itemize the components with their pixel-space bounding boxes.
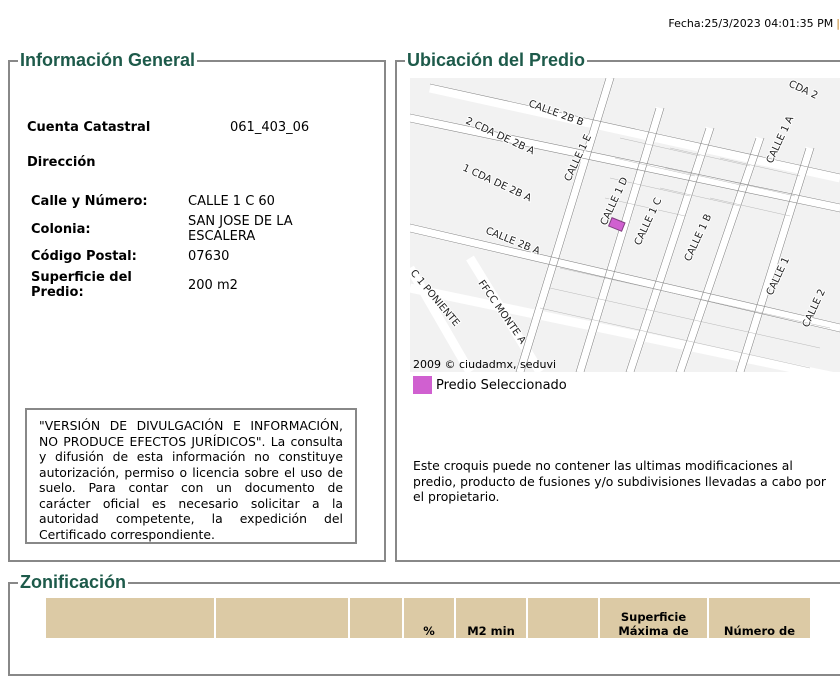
svg-text:CDA 2: CDA 2 xyxy=(787,79,820,102)
svg-text:CALLE 1 B: CALLE 1 B xyxy=(683,212,715,263)
cp-value: 07630 xyxy=(188,249,230,264)
col-header xyxy=(216,598,348,638)
superficie-label: Superficie del Predio: xyxy=(31,270,132,300)
svg-text:CALLE 1 A: CALLE 1 A xyxy=(765,114,797,165)
map-streets: CALLE 2B B 2 CDA DE 2B A 1 CDA DE 2B A C… xyxy=(410,78,840,372)
zonificacion-title: Zonificación xyxy=(20,572,127,592)
svg-text:CALLE 1 C: CALLE 1 C xyxy=(633,196,665,247)
location-map[interactable]: CALLE 2B B 2 CDA DE 2B A 1 CDA DE 2B A C… xyxy=(410,78,840,372)
colonia-label: Colonia: xyxy=(31,222,91,237)
cuenta-value: 061_403_06 xyxy=(230,120,310,135)
date-time: Fecha:25/3/2023 04:01:35 PM | xyxy=(668,17,840,30)
info-general-title: Información General xyxy=(20,50,196,70)
map-copyright: 2009 © ciudadmx, seduvi xyxy=(413,358,557,371)
map-disclaimer: Este croquis puede no contener las ultim… xyxy=(413,458,827,504)
ubicacion-title: Ubicación del Predio xyxy=(407,50,586,70)
calle-label: Calle y Número: xyxy=(31,194,148,209)
legal-notice: "VERSIÓN DE DIVULGACIÓN E INFORMACIÓN, N… xyxy=(25,408,357,544)
cp-label: Código Postal: xyxy=(31,249,137,264)
col-header: Superficie Máxima de xyxy=(600,598,707,638)
col-header xyxy=(528,598,598,638)
direccion-label: Dirección xyxy=(27,155,96,170)
svg-text:2 CDA DE 2B A: 2 CDA DE 2B A xyxy=(464,116,536,158)
cuenta-label: Cuenta Catastral xyxy=(27,120,151,135)
selected-lot-label: Predio Seleccionado xyxy=(436,378,567,393)
col-header: M2 min xyxy=(456,598,526,638)
selected-lot-swatch xyxy=(413,376,432,394)
colonia-value: SAN JOSE DE LA ESCALERA xyxy=(188,214,293,244)
superficie-value: 200 m2 xyxy=(188,278,238,293)
svg-text:1 CDA DE 2B A: 1 CDA DE 2B A xyxy=(461,163,533,205)
col-header: % xyxy=(404,598,454,638)
col-header xyxy=(350,598,402,638)
calle-value: CALLE 1 C 60 xyxy=(188,194,275,209)
col-header: Número de xyxy=(709,598,810,638)
zonificacion-table: % M2 min Superficie Máxima de Número de xyxy=(44,598,812,638)
col-header xyxy=(46,598,214,638)
